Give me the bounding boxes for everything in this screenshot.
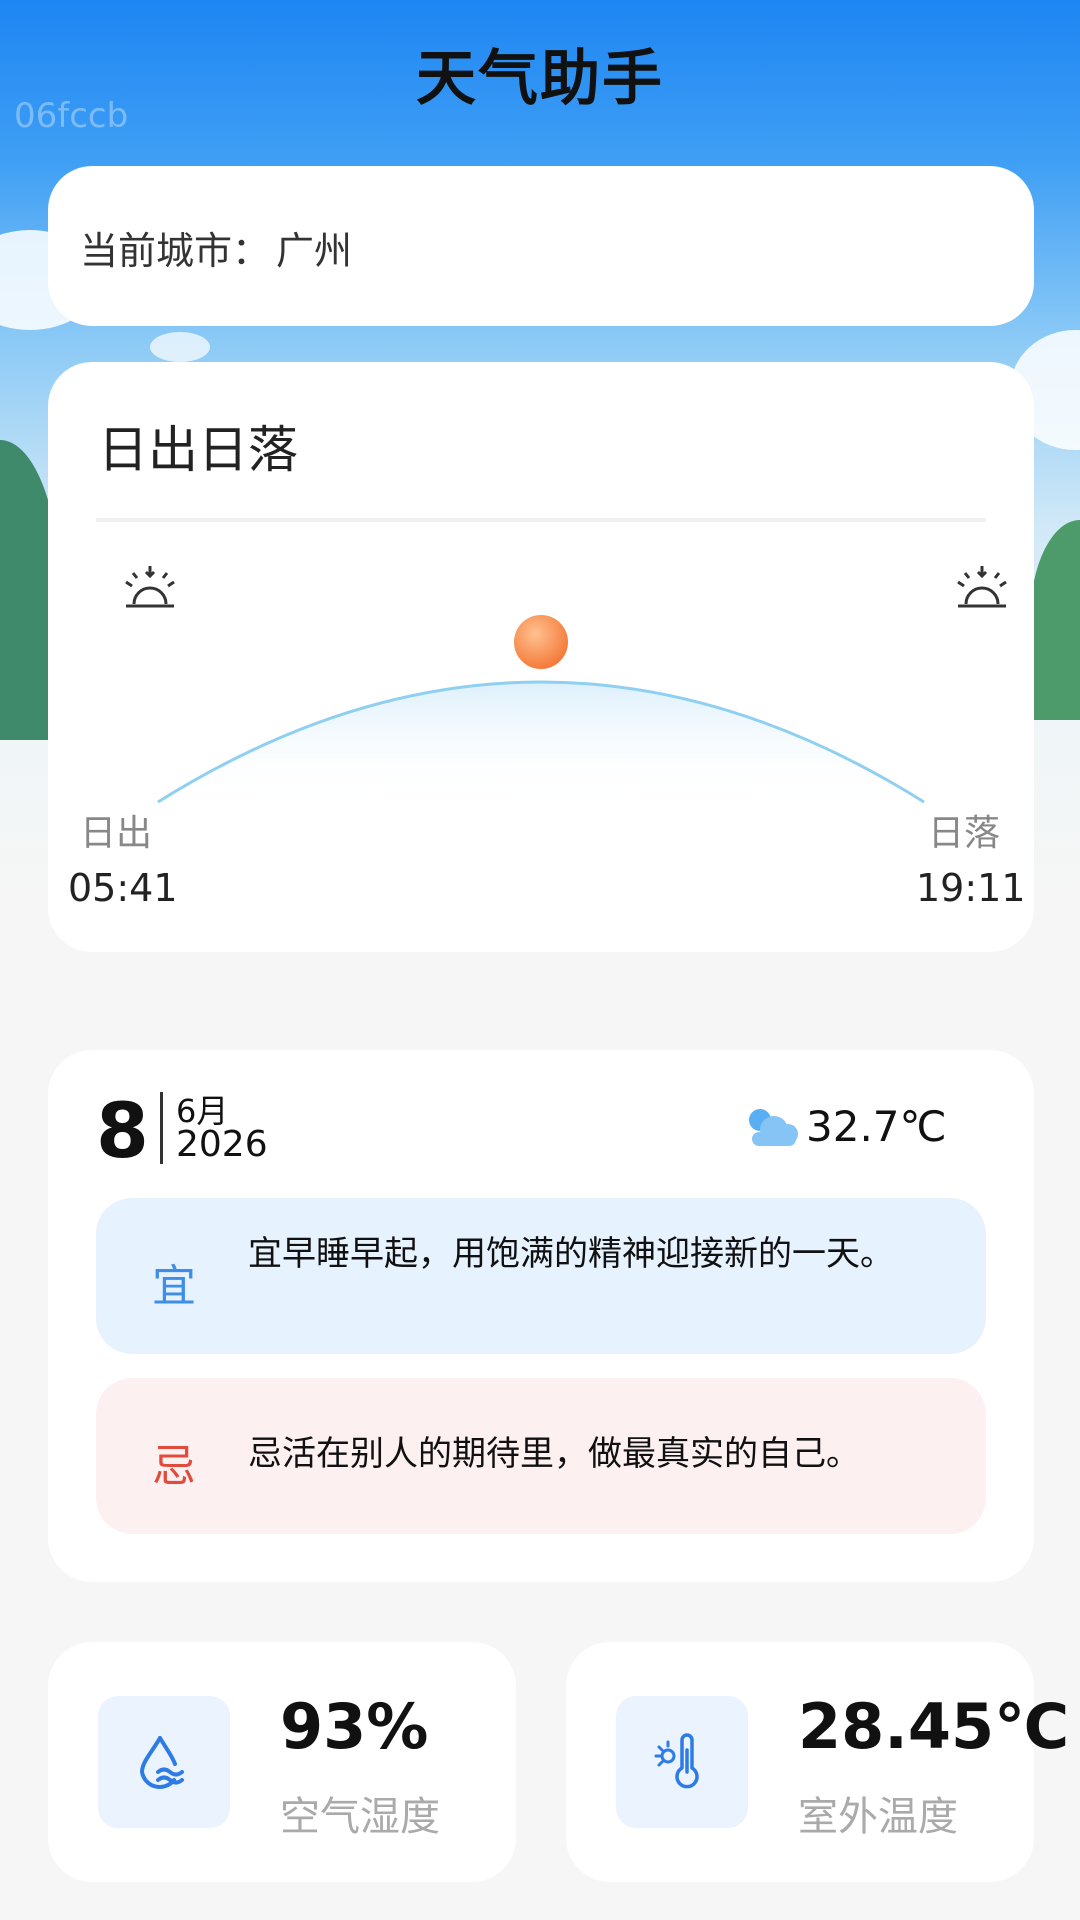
sunrise-sunset-card: 日出 日落 日出 05:41 日落 19:11	[48, 362, 1034, 952]
sun-position-marker	[514, 615, 568, 669]
humidity-icon	[139, 1736, 184, 1789]
sunset-label: 日落	[928, 813, 1001, 854]
humidity-label: 空气湿度	[280, 1794, 440, 1840]
background-cloud	[150, 332, 210, 362]
humidity-icon-box	[98, 1696, 230, 1828]
humidity-card: 93% 空气湿度	[48, 1642, 516, 1882]
humidity-value: 93%	[280, 1690, 429, 1763]
sunset-icon	[957, 566, 1007, 608]
date-day: 8	[96, 1086, 149, 1175]
sun-path-chart	[125, 566, 1007, 804]
suitable-text: 宜早睡早起，用饱满的精神迎接新的一天。	[248, 1234, 894, 1274]
avoid-text: 忌活在别人的期待里，做最真实的自己。	[248, 1434, 860, 1474]
suitable-char: 宜	[152, 1261, 196, 1312]
thermometer-icon-box	[616, 1696, 748, 1828]
outdoor-temp-label: 室外温度	[798, 1794, 958, 1840]
outdoor-temp-value: 28.45℃	[798, 1690, 1070, 1763]
daily-advice-card: 8 6月 2026 32.7℃ 宜 宜早睡早起，用饱满的精神迎接新的一天。 忌 …	[48, 1050, 1034, 1582]
advice-avoid: 忌 忌活在别人的期待里，做最真实的自己。	[96, 1378, 986, 1534]
outdoor-temp-card: 28.45℃ 室外温度	[566, 1642, 1069, 1882]
avoid-char: 忌	[152, 1441, 196, 1492]
advice-suitable: 宜 宜早睡早起，用饱满的精神迎接新的一天。	[96, 1198, 986, 1354]
thermometer-icon	[654, 1733, 699, 1789]
app-screen: 06fccb 天气助手 当前城市： 广州 日出日落 日出 05:41 日落 19…	[0, 0, 1080, 1920]
current-city-label: 当前城市：	[80, 229, 271, 273]
date-divider	[160, 1092, 163, 1164]
date-year: 2026	[176, 1124, 268, 1165]
page-title: 天气助手	[416, 44, 664, 114]
current-city: 当前城市： 广州	[80, 220, 352, 275]
sunset-time: 19:11	[916, 866, 1026, 910]
cloud-icon	[749, 1109, 798, 1146]
sunrise-label: 日出	[80, 813, 153, 854]
sunrise-icon	[125, 566, 175, 608]
sunrise-time: 05:41	[68, 866, 178, 910]
city-card[interactable]: 当前城市： 广州	[48, 166, 1034, 326]
current-city-name: 广州	[276, 229, 353, 273]
current-temperature: 32.7℃	[806, 1102, 947, 1151]
